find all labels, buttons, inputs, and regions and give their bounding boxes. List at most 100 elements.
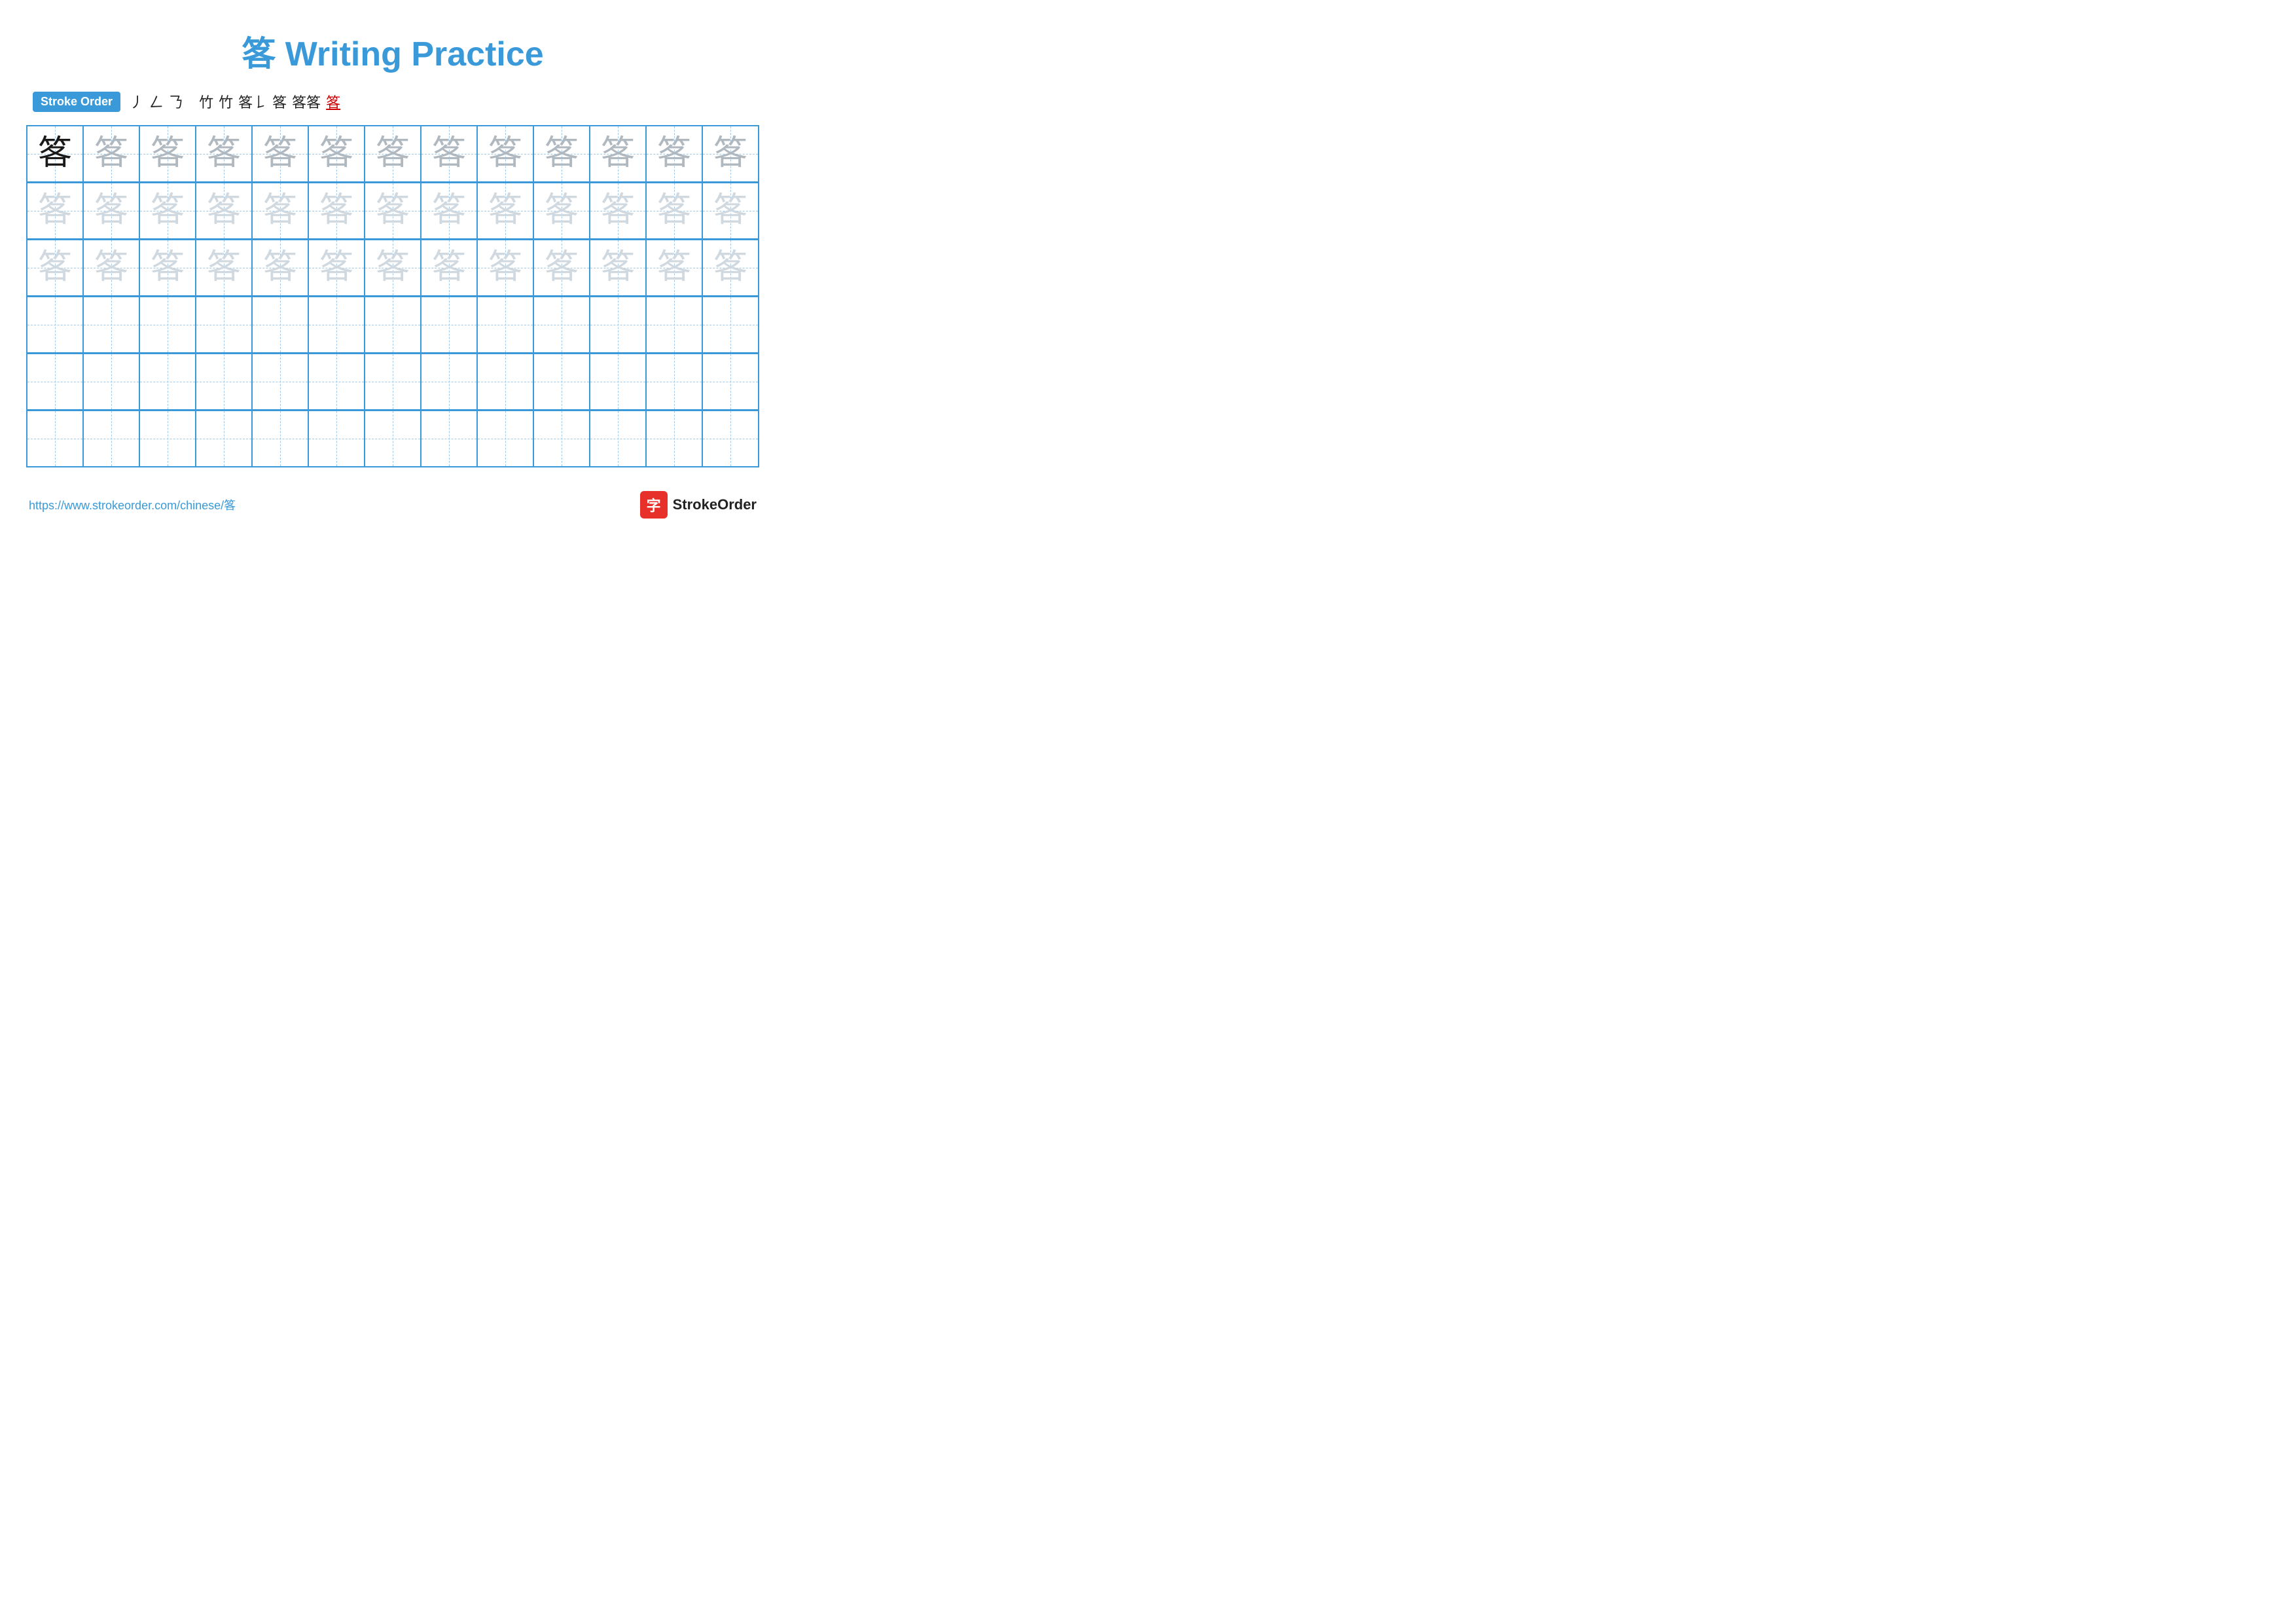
grid-row-1: 笿 笿 笿 笿 笿 笿 笿 笿 笿 笿 笿 笿 笿 bbox=[27, 126, 759, 182]
grid-cell-2-8: 笿 bbox=[421, 183, 477, 239]
char-light: 笿 bbox=[207, 194, 241, 228]
grid-cell-6-2 bbox=[83, 410, 139, 467]
grid-cell-6-10 bbox=[533, 410, 590, 467]
grid-row-2: 笿 笿 笿 笿 笿 笿 笿 笿 笿 笿 笿 笿 笿 bbox=[27, 182, 759, 239]
page-title: 笿 Writing Practice bbox=[26, 26, 759, 75]
stroke-9: 笿𠄍 bbox=[272, 91, 287, 112]
grid-cell-1-5: 笿 bbox=[252, 126, 308, 182]
grid-cell-3-1: 笿 bbox=[27, 240, 83, 296]
char-light: 笿 bbox=[545, 251, 579, 285]
grid-cell-2-5: 笿 bbox=[252, 183, 308, 239]
grid-cell-4-11 bbox=[590, 297, 646, 353]
grid-cell-1-12: 笿 bbox=[646, 126, 702, 182]
grid-cell-1-13: 笿 bbox=[702, 126, 759, 182]
grid-cell-4-4 bbox=[196, 297, 252, 353]
char-light: 笿 bbox=[657, 251, 691, 285]
grid-cell-6-12 bbox=[646, 410, 702, 467]
grid-cell-5-7 bbox=[365, 354, 421, 410]
grid-cell-5-5 bbox=[252, 354, 308, 410]
grid-cell-5-10 bbox=[533, 354, 590, 410]
grid-cell-5-1 bbox=[27, 354, 83, 410]
char-light: 笿 bbox=[319, 194, 353, 228]
char-light: 笿 bbox=[263, 194, 297, 228]
char-light: 笿 bbox=[376, 194, 410, 228]
char-gray: 笿 bbox=[151, 137, 185, 171]
grid-cell-6-13 bbox=[702, 410, 759, 467]
grid-cell-1-7: 笿 bbox=[365, 126, 421, 182]
char-light: 笿 bbox=[263, 251, 297, 285]
grid-cell-5-9 bbox=[477, 354, 533, 410]
grid-cell-1-6: 笿 bbox=[308, 126, 365, 182]
char-light: 笿 bbox=[38, 251, 72, 285]
grid-cell-4-2 bbox=[83, 297, 139, 353]
char-dark: 笿 bbox=[38, 137, 72, 171]
grid-cell-6-7 bbox=[365, 410, 421, 467]
grid-cell-5-11 bbox=[590, 354, 646, 410]
grid-cell-4-6 bbox=[308, 297, 365, 353]
grid-cell-4-1 bbox=[27, 297, 83, 353]
char-gray: 笿 bbox=[263, 137, 297, 171]
grid-cell-5-2 bbox=[83, 354, 139, 410]
grid-cell-5-4 bbox=[196, 354, 252, 410]
char-light: 笿 bbox=[657, 194, 691, 228]
grid-cell-4-8 bbox=[421, 297, 477, 353]
grid-cell-3-7: 笿 bbox=[365, 240, 421, 296]
grid-cell-2-3: 笿 bbox=[139, 183, 196, 239]
grid-cell-2-12: 笿 bbox=[646, 183, 702, 239]
stroke-1: 丿 bbox=[130, 91, 144, 112]
stroke-3: 𠄎 bbox=[169, 91, 183, 112]
grid-cell-2-11: 笿 bbox=[590, 183, 646, 239]
stroke-6: 竹𠄤 bbox=[199, 91, 213, 112]
char-gray: 笿 bbox=[545, 137, 579, 171]
grid-cell-5-8 bbox=[421, 354, 477, 410]
grid-cell-2-7: 笿 bbox=[365, 183, 421, 239]
grid-cell-5-13 bbox=[702, 354, 759, 410]
char-light: 笿 bbox=[488, 194, 522, 228]
stroke-chars-container: 丿 𠃋 𠄎 𠄤 𠄥 竹𠄤 竹𠄥 笿𠄌 笿𠄍 笿笿 笿 bbox=[130, 91, 340, 112]
stroke-10: 笿笿 bbox=[292, 91, 321, 112]
grid-cell-2-10: 笿 bbox=[533, 183, 590, 239]
grid-cell-4-13 bbox=[702, 297, 759, 353]
grid-cell-3-8: 笿 bbox=[421, 240, 477, 296]
grid-row-3: 笿 笿 笿 笿 笿 笿 笿 笿 笿 笿 笿 笿 笿 bbox=[27, 239, 759, 296]
char-light: 笿 bbox=[713, 194, 747, 228]
char-light: 笿 bbox=[151, 194, 185, 228]
grid-cell-4-5 bbox=[252, 297, 308, 353]
grid-row-4 bbox=[27, 296, 759, 353]
grid-cell-3-3: 笿 bbox=[139, 240, 196, 296]
char-gray: 笿 bbox=[207, 137, 241, 171]
grid-cell-4-12 bbox=[646, 297, 702, 353]
grid-cell-6-4 bbox=[196, 410, 252, 467]
char-gray: 笿 bbox=[376, 137, 410, 171]
char-light: 笿 bbox=[376, 251, 410, 285]
char-light: 笿 bbox=[545, 194, 579, 228]
grid-cell-5-6 bbox=[308, 354, 365, 410]
char-light: 笿 bbox=[713, 251, 747, 285]
grid-cell-6-8 bbox=[421, 410, 477, 467]
grid-cell-3-13: 笿 bbox=[702, 240, 759, 296]
grid-row-5 bbox=[27, 353, 759, 410]
char-light: 笿 bbox=[432, 194, 466, 228]
grid-cell-2-2: 笿 bbox=[83, 183, 139, 239]
grid-row-6 bbox=[27, 410, 759, 467]
char-light: 笿 bbox=[38, 194, 72, 228]
grid-cell-3-2: 笿 bbox=[83, 240, 139, 296]
char-light: 笿 bbox=[94, 194, 128, 228]
char-light: 笿 bbox=[207, 251, 241, 285]
char-gray: 笿 bbox=[94, 137, 128, 171]
stroke-order-row: Stroke Order 丿 𠃋 𠄎 𠄤 𠄥 竹𠄤 竹𠄥 笿𠄌 笿𠄍 笿笿 笿 bbox=[26, 91, 759, 112]
footer-url[interactable]: https://www.strokeorder.com/chinese/笿 bbox=[29, 496, 236, 513]
grid-cell-1-11: 笿 bbox=[590, 126, 646, 182]
grid-cell-6-5 bbox=[252, 410, 308, 467]
grid-cell-3-10: 笿 bbox=[533, 240, 590, 296]
grid-cell-3-12: 笿 bbox=[646, 240, 702, 296]
footer-logo: 字 StrokeOrder bbox=[640, 491, 757, 519]
grid-cell-5-3 bbox=[139, 354, 196, 410]
grid-cell-6-3 bbox=[139, 410, 196, 467]
stroke-order-badge: Stroke Order bbox=[33, 92, 120, 112]
grid-cell-2-13: 笿 bbox=[702, 183, 759, 239]
stroke-7: 竹𠄥 bbox=[219, 91, 233, 112]
grid-cell-1-3: 笿 bbox=[139, 126, 196, 182]
grid-cell-1-9: 笿 bbox=[477, 126, 533, 182]
grid-cell-2-6: 笿 bbox=[308, 183, 365, 239]
